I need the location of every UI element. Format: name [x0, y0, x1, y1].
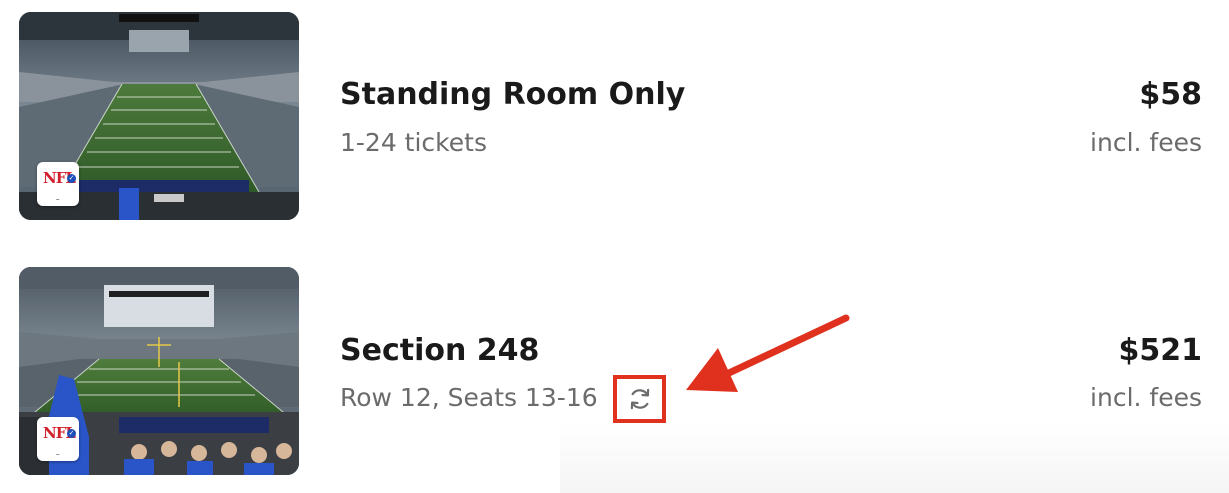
badge-caption-icon: ▬ — [56, 197, 60, 201]
listing-price: $58 — [1139, 77, 1202, 112]
verified-check-icon: ✓ — [67, 174, 76, 183]
listing-subtitle: 1-24 tickets — [340, 128, 487, 157]
refresh-icon-highlight[interactable] — [613, 375, 666, 423]
ticket-listing[interactable]: NFL ✓ ▬ Standing Room Only 1-24 tickets … — [0, 12, 1229, 222]
red-arrow-pointer-icon — [686, 314, 850, 392]
price-note: incl. fees — [1090, 383, 1202, 412]
price-note: incl. fees — [1090, 128, 1202, 157]
refresh-icon[interactable] — [627, 386, 653, 412]
stadium-view-image: NFL ✓ ▬ — [19, 12, 299, 220]
listing-title: Section 248 — [340, 333, 540, 368]
listing-title: Standing Room Only — [340, 77, 686, 112]
stadium-view-image: NFL ✓ ▬ — [19, 267, 299, 475]
ticket-listings-page: NFL ✓ ▬ Standing Room Only 1-24 tickets … — [0, 0, 1229, 493]
nfl-verified-badge: NFL ✓ ▬ — [37, 162, 79, 206]
ticket-listing[interactable]: NFL ✓ ▬ Section 248 Row 12, Seats 13-16 … — [0, 267, 1229, 477]
verified-check-icon: ✓ — [67, 429, 76, 438]
listing-subtitle: Row 12, Seats 13-16 — [340, 383, 598, 412]
nfl-verified-badge: NFL ✓ ▬ — [37, 417, 79, 461]
badge-caption-icon: ▬ — [56, 452, 60, 456]
listing-price: $521 — [1118, 333, 1203, 368]
